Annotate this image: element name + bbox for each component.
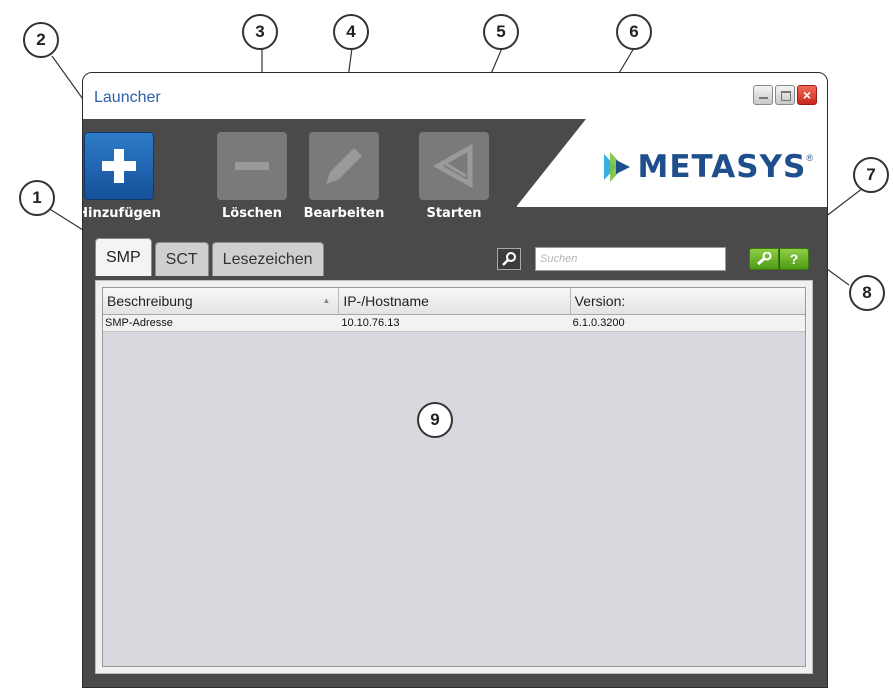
callout-2: 2 — [23, 22, 59, 58]
plus-icon — [102, 149, 136, 183]
wrench-icon — [757, 252, 772, 266]
callout-5: 5 — [483, 14, 519, 50]
logo-trademark: ® — [806, 153, 813, 163]
tab-bar: SMP SCT Lesezeichen — [95, 238, 324, 276]
tab-lesezeichen[interactable]: Lesezeichen — [211, 242, 324, 276]
callout-4: 4 — [333, 14, 369, 50]
cell-version: 6.1.0.3200 — [572, 317, 625, 329]
callout-9: 9 — [417, 402, 453, 438]
cell-description: SMP-Adresse — [105, 317, 173, 329]
edit-label: Bearbeiten — [303, 206, 385, 221]
connection-list: Beschreibung ▲ IP-/Hostname Version: SMP… — [102, 287, 806, 667]
window-title: Launcher — [94, 89, 161, 106]
search-button[interactable] — [497, 248, 521, 270]
callout-3: 3 — [242, 14, 278, 50]
add-button[interactable] — [84, 132, 154, 200]
start-button[interactable] — [419, 132, 489, 200]
settings-button[interactable] — [749, 248, 779, 270]
list-header: Beschreibung ▲ IP-/Hostname Version: — [103, 288, 805, 315]
maximize-icon — [781, 91, 791, 101]
logo-text: METASYS — [637, 149, 807, 185]
sort-ascending-icon: ▲ — [322, 296, 331, 305]
search-input[interactable] — [535, 247, 726, 271]
column-header-version[interactable]: Version: — [571, 288, 805, 314]
title-bar: Launcher × — [83, 73, 827, 119]
cell-hostname: 10.10.76.13 — [341, 317, 400, 329]
edit-button[interactable] — [309, 132, 379, 200]
tab-smp[interactable]: SMP — [95, 238, 152, 276]
column-header-description[interactable]: Beschreibung ▲ — [103, 288, 340, 314]
delete-tool: Löschen — [207, 132, 297, 221]
minimize-icon — [759, 97, 768, 99]
callout-1: 1 — [19, 180, 55, 216]
callout-8: 8 — [849, 275, 885, 311]
callout-6: 6 — [616, 14, 652, 50]
table-row[interactable]: SMP-Adresse 10.10.76.13 6.1.0.3200 — [103, 315, 805, 332]
column-header-description-label: Beschreibung — [107, 293, 193, 309]
window-controls: × — [753, 85, 817, 105]
edit-tool: Bearbeiten — [299, 132, 389, 221]
maximize-button[interactable] — [775, 85, 795, 105]
minimize-button[interactable] — [753, 85, 773, 105]
close-button[interactable]: × — [797, 85, 817, 105]
pencil-icon — [326, 148, 362, 184]
metasys-logo-icon — [603, 152, 630, 182]
minus-icon — [235, 162, 269, 170]
delete-label: Löschen — [222, 206, 282, 221]
list-panel: Beschreibung ▲ IP-/Hostname Version: SMP… — [95, 280, 813, 674]
callout-7: 7 — [853, 157, 889, 193]
column-header-hostname[interactable]: IP-/Hostname — [339, 288, 571, 314]
tab-sct[interactable]: SCT — [154, 242, 209, 276]
add-label: Hinzufügen — [82, 206, 161, 221]
delete-button[interactable] — [217, 132, 287, 200]
start-label: Starten — [426, 206, 482, 221]
launcher-window: Launcher × METASYS ® Hinzufügen Löschen … — [82, 72, 828, 688]
add-tool[interactable]: Hinzufügen — [82, 132, 164, 221]
settings-help-group: ? — [749, 248, 809, 270]
metasys-logo: METASYS ® — [602, 149, 813, 185]
help-button[interactable]: ? — [779, 248, 809, 270]
logo-panel: METASYS ® — [516, 119, 827, 207]
launch-icon — [432, 144, 473, 188]
start-tool: Starten — [409, 132, 499, 221]
search-icon — [502, 252, 516, 266]
